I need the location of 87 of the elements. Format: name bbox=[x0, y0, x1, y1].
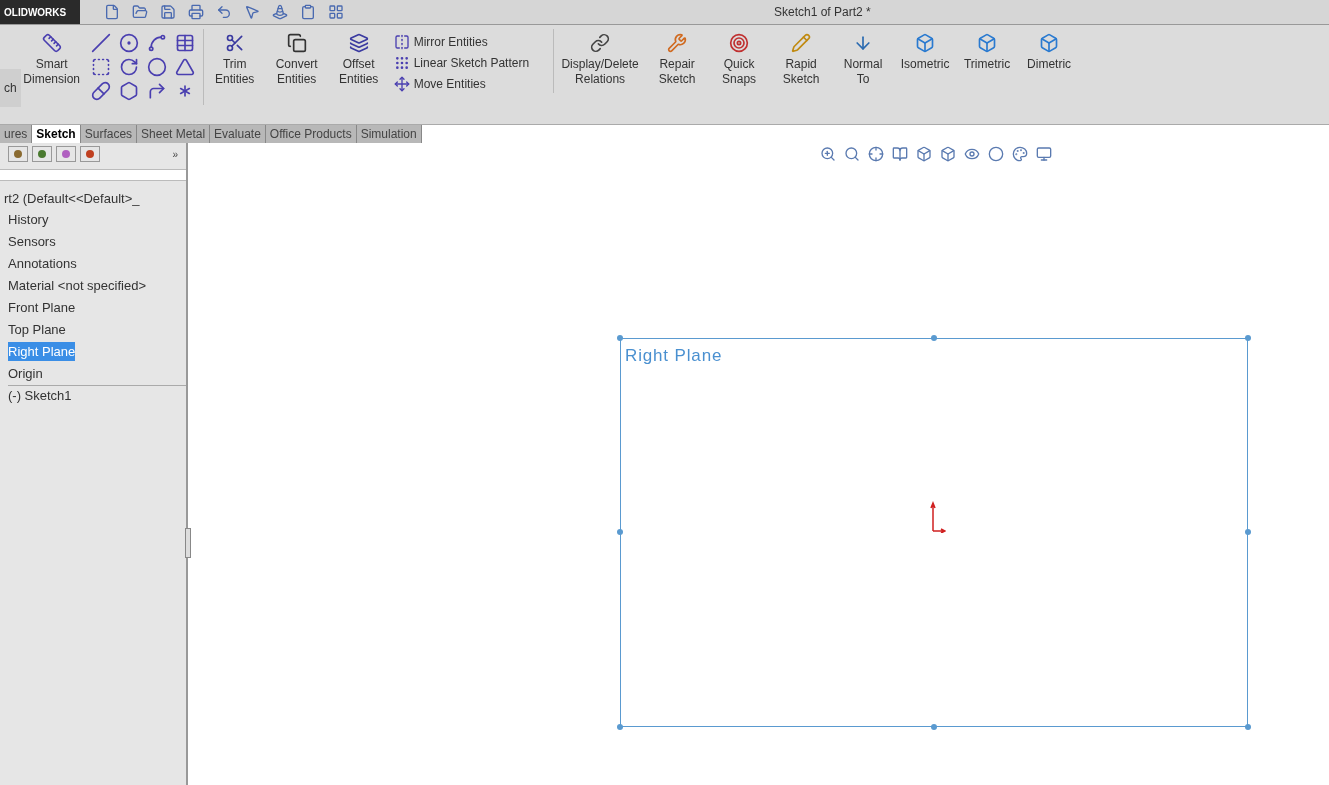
plane-handle[interactable] bbox=[617, 724, 623, 730]
ribbon-button[interactable]: Convert Entities bbox=[265, 29, 328, 87]
ribbon-button[interactable]: Trimetric bbox=[956, 29, 1019, 72]
cube-icon bbox=[1039, 33, 1060, 53]
rectangle-icon[interactable] bbox=[90, 57, 111, 77]
ribbon-list-button[interactable]: Mirror Entities bbox=[393, 33, 530, 51]
save-icon[interactable] bbox=[160, 4, 176, 20]
scissors-icon bbox=[224, 33, 245, 53]
plane-handle[interactable] bbox=[1245, 529, 1251, 535]
book-icon[interactable] bbox=[892, 146, 908, 162]
ribbon-tab[interactable]: Simulation bbox=[356, 125, 422, 143]
clipboard-icon[interactable] bbox=[300, 4, 316, 20]
expand-button[interactable]: » bbox=[172, 146, 178, 162]
printer-icon[interactable] bbox=[188, 4, 204, 20]
ribbon-tab[interactable]: Office Products bbox=[265, 125, 357, 143]
ribbon-list-button[interactable]: Linear Sketch Pattern bbox=[393, 54, 530, 72]
ruler-icon bbox=[41, 33, 62, 53]
tree-item[interactable]: Front Plane bbox=[8, 297, 76, 318]
ribbon-tab[interactable]: ures bbox=[0, 125, 33, 143]
zoom-icon[interactable] bbox=[820, 146, 836, 162]
line-icon[interactable] bbox=[90, 33, 111, 53]
window-title: Sketch1 of Part2 * bbox=[774, 4, 871, 21]
target-icon bbox=[729, 33, 750, 53]
ribbon-tab[interactable]: Surfaces bbox=[80, 125, 138, 143]
ellipse-icon[interactable] bbox=[146, 57, 167, 77]
table-icon[interactable] bbox=[174, 33, 195, 53]
filter-field[interactable] bbox=[0, 169, 186, 181]
cube-icon[interactable] bbox=[916, 146, 932, 162]
slot-icon[interactable] bbox=[90, 81, 111, 101]
tree-item[interactable]: Sensors bbox=[8, 231, 56, 252]
cube-icon[interactable] bbox=[940, 146, 956, 162]
polygon-icon[interactable] bbox=[118, 81, 139, 101]
ribbon-button[interactable]: Isometric bbox=[894, 29, 957, 72]
circle-icon[interactable] bbox=[988, 146, 1004, 162]
wrench-icon bbox=[667, 33, 688, 53]
spline-icon[interactable] bbox=[146, 33, 167, 53]
tree-item[interactable]: Top Plane bbox=[8, 319, 66, 340]
link-icon bbox=[590, 33, 611, 53]
plane-handle[interactable] bbox=[931, 724, 937, 730]
layers-icon bbox=[348, 33, 369, 53]
copy-icon bbox=[286, 33, 307, 53]
tree-item[interactable]: Material <not specified> bbox=[8, 275, 147, 296]
crosshair-icon[interactable] bbox=[868, 146, 884, 162]
move-icon bbox=[393, 76, 410, 92]
pattern-icon bbox=[393, 55, 410, 71]
ribbon-list-button[interactable]: Move Entities bbox=[393, 75, 530, 93]
ribbon-button[interactable]: Normal To bbox=[832, 29, 895, 87]
tree-item[interactable]: History bbox=[8, 209, 49, 230]
search-icon[interactable] bbox=[844, 146, 860, 162]
plane-handle[interactable] bbox=[931, 335, 937, 341]
ribbon-tab[interactable]: Sheet Metal bbox=[137, 125, 211, 143]
eye-icon[interactable] bbox=[964, 146, 980, 162]
tree-item[interactable]: Annotations bbox=[8, 253, 77, 274]
triangle-icon[interactable] bbox=[174, 57, 195, 77]
monitor-icon[interactable] bbox=[1036, 146, 1052, 162]
cube-icon bbox=[915, 33, 936, 53]
ribbon-button[interactable]: ch bbox=[0, 69, 21, 107]
ribbon-button[interactable]: Dimetric bbox=[1018, 29, 1081, 72]
ribbon-button[interactable]: Smart Dimension bbox=[20, 29, 83, 87]
mirror-icon bbox=[393, 34, 410, 50]
tree-item[interactable]: (-) Sketch1 bbox=[8, 386, 72, 406]
plane-handle[interactable] bbox=[1245, 335, 1251, 341]
ribbon-button[interactable]: Trim Entities bbox=[203, 29, 266, 87]
plane-handle[interactable] bbox=[1245, 724, 1251, 730]
origin-icon bbox=[930, 501, 946, 533]
plane-label: Right Plane bbox=[625, 345, 723, 367]
tree-item[interactable]: Origin bbox=[8, 363, 43, 384]
app-logo: OLIDWORKS bbox=[0, 0, 80, 24]
plane-handle[interactable] bbox=[617, 335, 623, 341]
undo-icon[interactable] bbox=[216, 4, 232, 20]
ribbon-button[interactable]: Quick Snaps bbox=[708, 29, 771, 87]
plane-handle[interactable] bbox=[617, 529, 623, 535]
arc-icon[interactable] bbox=[118, 57, 139, 77]
ribbon-button[interactable]: Offset Entities bbox=[327, 29, 390, 87]
cube-icon bbox=[977, 33, 998, 53]
pencil-icon bbox=[791, 33, 812, 53]
tree-root[interactable]: rt2 (Default<<Default>_ bbox=[4, 189, 186, 209]
circle-icon[interactable] bbox=[118, 33, 139, 53]
ribbon-button[interactable]: Rapid Sketch bbox=[770, 29, 833, 87]
ribbon-button[interactable]: Repair Sketch bbox=[646, 29, 709, 87]
cone-icon[interactable] bbox=[272, 4, 288, 20]
grid-icon[interactable] bbox=[328, 4, 344, 20]
ribbon-button[interactable]: Display/Delete Relations bbox=[554, 29, 647, 87]
new-file-icon[interactable] bbox=[104, 4, 120, 20]
pointer-icon[interactable] bbox=[244, 4, 260, 20]
ribbon-tab[interactable]: Evaluate bbox=[210, 125, 266, 143]
splitter-handle[interactable] bbox=[185, 528, 191, 558]
